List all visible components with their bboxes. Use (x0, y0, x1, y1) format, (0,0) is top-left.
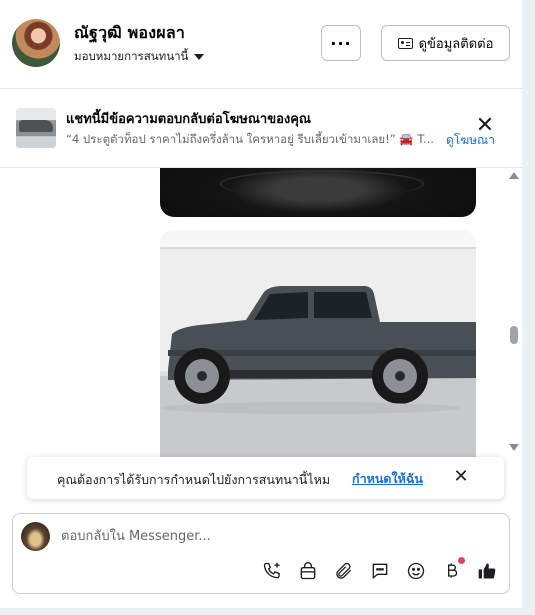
close-icon[interactable]: ✕ (474, 115, 496, 137)
message-scrollbar[interactable] (508, 168, 520, 458)
conversation-panel: ณัฐวุฒิ พองผลา มอบหมายการสนทนานี้ ··· ดู… (0, 0, 522, 608)
close-icon[interactable]: ✕ (452, 467, 470, 487)
more-dots-icon: ··· (330, 33, 352, 53)
contact-avatar[interactable] (12, 19, 60, 67)
contact-card-icon (397, 37, 413, 49)
scrollbar-thumb[interactable] (510, 326, 518, 344)
ad-reply-banner: แชทนี้มีข้อความตอบกลับต่อโฆษณาของคุณ “4 … (0, 89, 522, 168)
assign-prompt-text: คุณต้องการได้รับการกำหนดไปยังการสนทนานี้… (57, 472, 331, 487)
more-options-button[interactable]: ··· (321, 25, 361, 61)
reply-composer (12, 513, 510, 594)
call-add-icon[interactable] (261, 560, 283, 582)
view-contact-info-label: ดูข้อมูลติดต่อ (418, 36, 494, 52)
message-photo-truck[interactable] (160, 230, 476, 458)
assign-to-me-link[interactable]: กำหนดให้ฉัน (352, 469, 423, 489)
ad-banner-title: แชทนี้มีข้อความตอบกลับต่อโฆษณาของคุณ (66, 112, 311, 127)
shopping-bag-icon[interactable] (297, 560, 319, 582)
reply-input[interactable] (61, 524, 481, 548)
assign-prompt: คุณต้องการได้รับการกำหนดไปยังการสนทนานี้… (27, 457, 504, 499)
contact-name[interactable]: ณัฐวุฒิ พองผลา (74, 21, 185, 46)
page-avatar (21, 522, 50, 551)
assign-conversation-label: มอบหมายการสนทนานี้ (74, 49, 189, 63)
chat-bubble-icon[interactable] (369, 560, 391, 582)
assign-conversation-dropdown[interactable]: มอบหมายการสนทนานี้ (74, 48, 205, 66)
pickup-truck-image (160, 230, 476, 414)
message-list (0, 168, 522, 458)
ad-quote-text: “4 ประตูตัวท็อป ราคาไม่ถึงครึ่งล้าน ใครห… (66, 131, 440, 149)
scroll-down-arrow-icon[interactable] (509, 444, 519, 451)
notification-dot (458, 557, 465, 564)
like-icon[interactable] (476, 560, 498, 582)
caret-down-icon (194, 54, 205, 60)
emoji-icon[interactable] (405, 560, 427, 582)
paperclip-icon[interactable] (333, 560, 355, 582)
ad-quote-body: “4 ประตูตัวท็อป ราคาไม่ถึงครึ่งล้าน ใครห… (66, 132, 434, 146)
view-contact-info-button[interactable]: ดูข้อมูลติดต่อ (381, 25, 510, 61)
message-photo-interior[interactable] (160, 168, 476, 217)
conversation-header: ณัฐวุฒิ พองผลา มอบหมายการสนทนานี้ ··· ดู… (0, 0, 522, 89)
scroll-up-arrow-icon[interactable] (509, 172, 519, 179)
ad-thumbnail[interactable] (16, 108, 56, 148)
